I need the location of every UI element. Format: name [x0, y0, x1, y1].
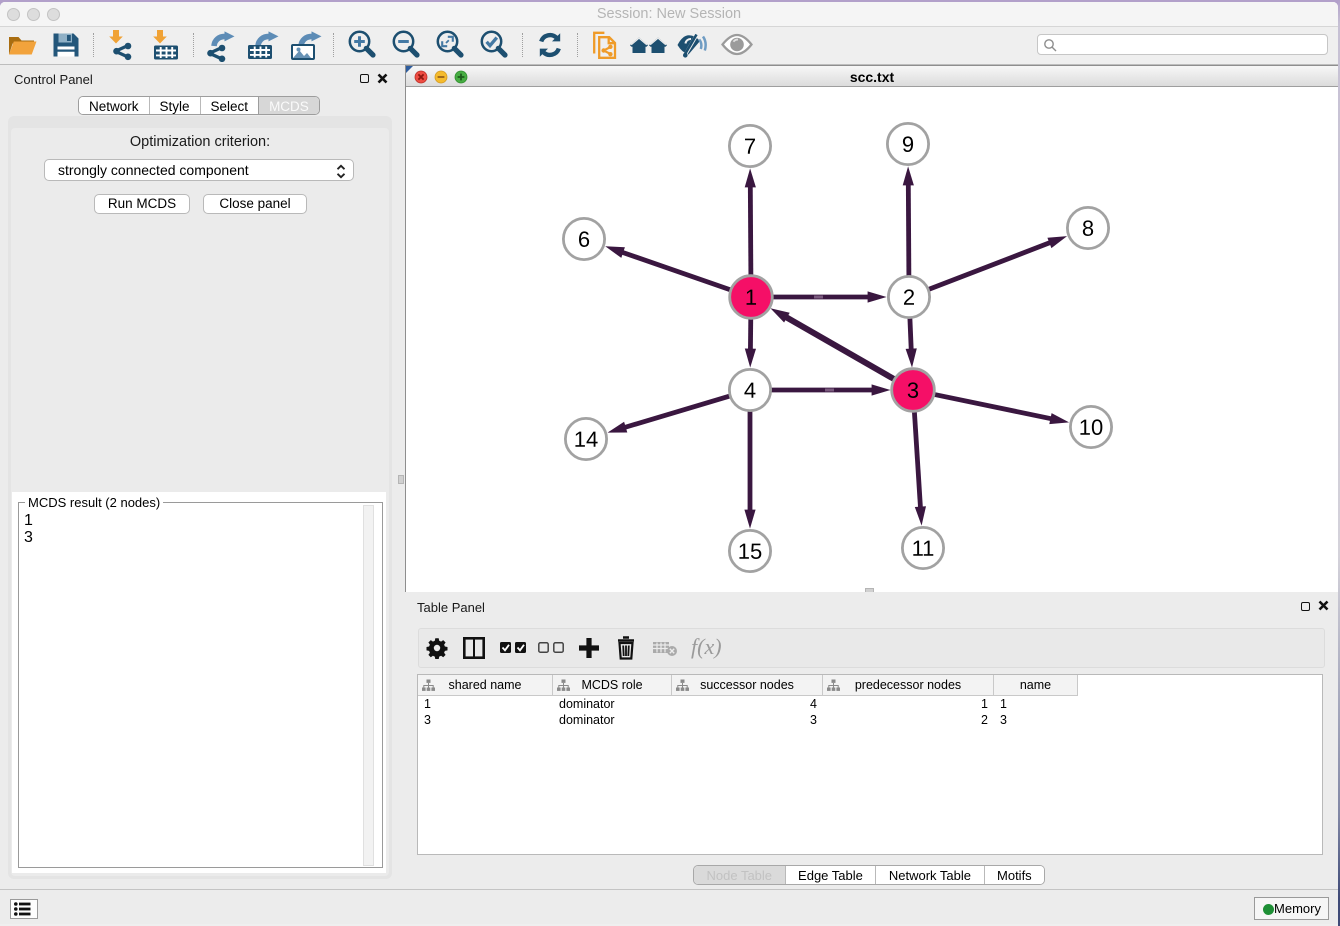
- svg-text:10: 10: [1079, 415, 1103, 440]
- svg-text:1: 1: [745, 285, 757, 310]
- svg-text:9: 9: [902, 132, 914, 157]
- svg-text:6: 6: [578, 227, 590, 252]
- svg-text:4: 4: [744, 378, 756, 403]
- svg-text:11: 11: [912, 536, 935, 561]
- svg-text:14: 14: [574, 427, 598, 452]
- svg-text:2: 2: [903, 285, 915, 310]
- svg-text:15: 15: [738, 539, 762, 564]
- svg-text:8: 8: [1082, 216, 1094, 241]
- svg-text:3: 3: [907, 378, 919, 403]
- svg-text:7: 7: [744, 134, 756, 159]
